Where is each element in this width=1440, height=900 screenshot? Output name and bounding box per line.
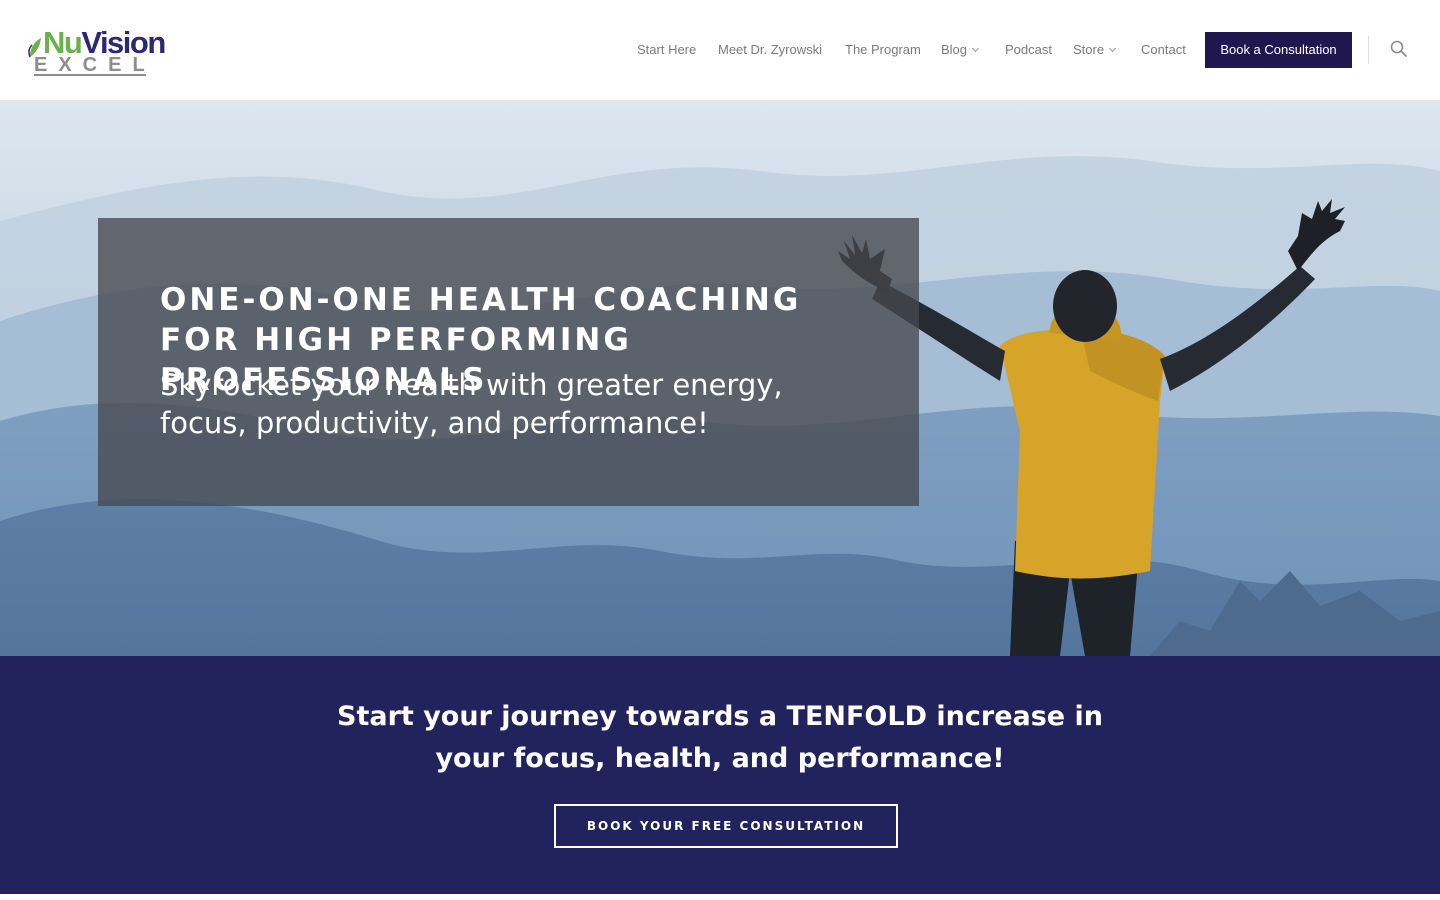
nav-item-label: Podcast (1005, 42, 1052, 57)
site-header: Nu Vision EXCEL Start Here Meet Dr. Zyro… (0, 0, 1440, 101)
hero-section: One-on-One Health Coaching for High Perf… (0, 101, 1440, 656)
chevron-down-icon (1109, 44, 1117, 53)
page-bottom-strip (0, 894, 1440, 900)
nav-item-label: The Program (845, 42, 921, 57)
nav-item-meet-dr-zyrowski[interactable]: Meet Dr. Zyrowski (718, 42, 822, 57)
nav-item-label: Blog (941, 42, 968, 57)
nav-divider (1368, 36, 1369, 64)
nav-item-blog[interactable]: Blog (941, 42, 980, 57)
nav-item-start-here[interactable]: Start Here (637, 42, 696, 57)
nav-item-label: Store (1073, 42, 1105, 57)
hero-subtitle: Skyrocket your health with greater energ… (160, 368, 783, 440)
nav-item-label: Meet Dr. Zyrowski (718, 42, 823, 57)
nav-item-store[interactable]: Store (1073, 42, 1117, 57)
journey-section: Start your journey towards a TENFOLD inc… (0, 656, 1440, 894)
journey-heading: Start your journey towards a TENFOLD inc… (337, 701, 1103, 774)
search-icon[interactable] (1390, 40, 1408, 58)
nav-item-label: Contact (1141, 42, 1186, 57)
book-free-consultation-button[interactable]: BOOK YOUR FREE CONSULTATION (554, 804, 898, 848)
nav-item-label: Start Here (637, 42, 697, 57)
nav-item-contact[interactable]: Contact (1141, 42, 1186, 57)
book-consultation-button[interactable]: Book a Consultation (1205, 32, 1352, 68)
main-navigation: Start Here Meet Dr. Zyrowski The Program… (0, 0, 1440, 100)
chevron-down-icon (971, 44, 980, 53)
nav-item-the-program[interactable]: The Program (845, 42, 921, 57)
hero-overlay-box: One-on-One Health Coaching for High Perf… (98, 218, 919, 506)
nav-item-podcast[interactable]: Podcast (1005, 42, 1052, 57)
